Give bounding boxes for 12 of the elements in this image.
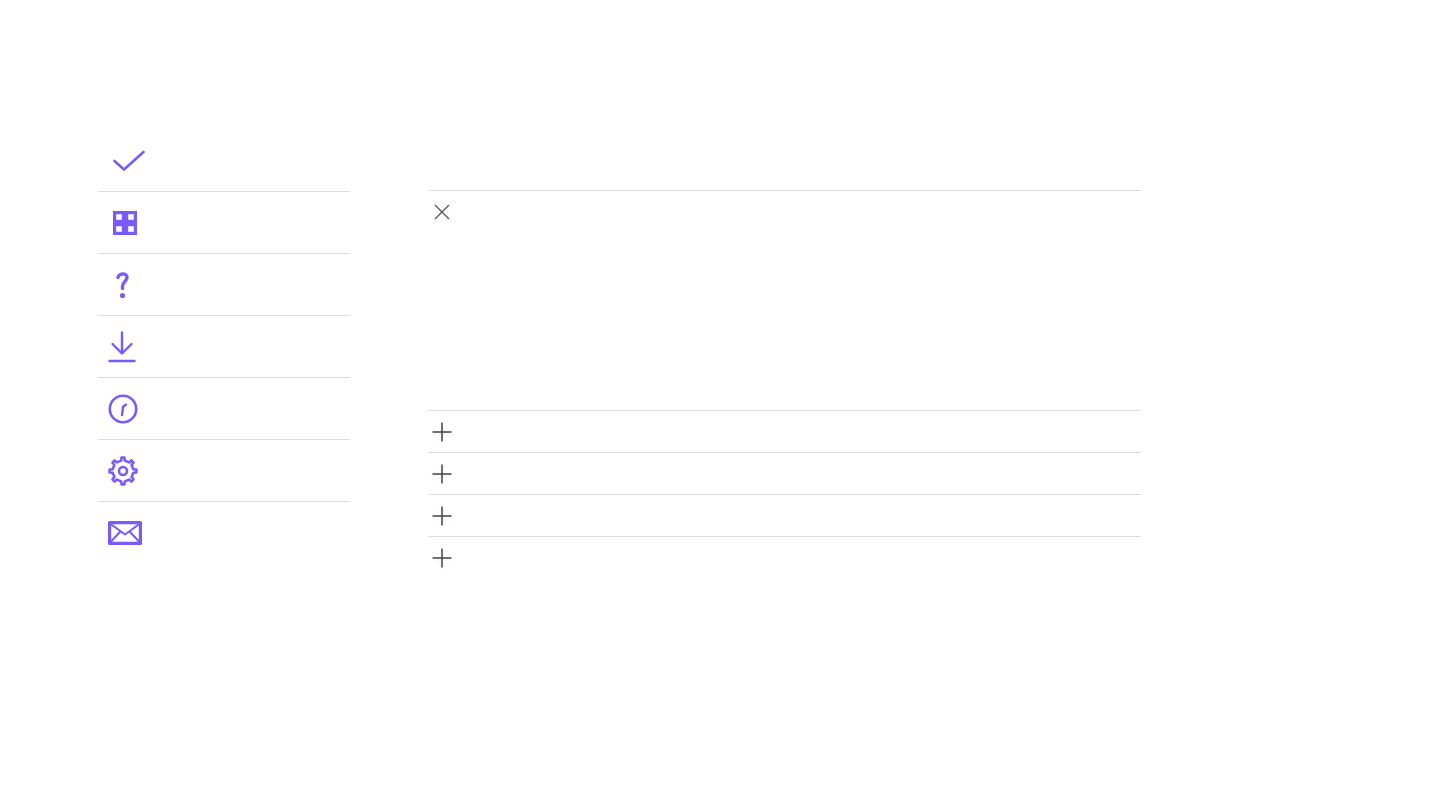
plus-icon[interactable] — [432, 421, 452, 442]
settings-icon[interactable] — [108, 455, 138, 486]
plus-icon[interactable] — [432, 505, 452, 526]
clock-icon[interactable] — [108, 393, 138, 424]
plus-icon[interactable] — [432, 463, 452, 484]
check-icon[interactable] — [113, 149, 145, 172]
question-mark-icon[interactable] — [116, 270, 129, 299]
download-icon[interactable] — [108, 330, 136, 363]
plus-icon[interactable] — [432, 547, 452, 568]
envelope-icon[interactable] — [108, 520, 142, 545]
grid-icon[interactable] — [113, 210, 137, 235]
close-icon[interactable] — [434, 203, 450, 220]
